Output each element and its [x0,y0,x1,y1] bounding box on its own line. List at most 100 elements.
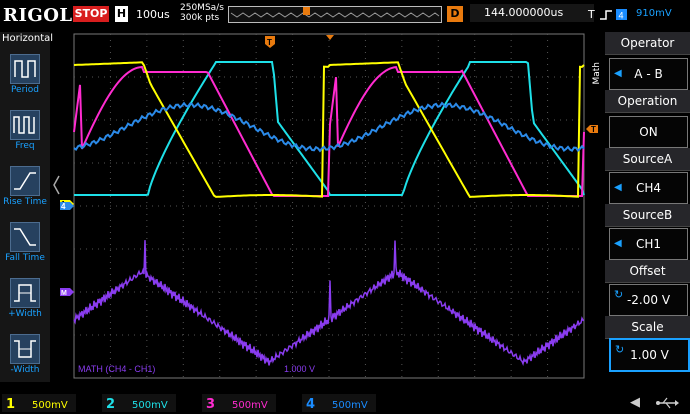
grid-dot [254,334,255,336]
grid-dot [401,208,403,209]
grid-dot [255,250,257,251]
run-stop-status[interactable]: STOP [73,6,109,22]
offset-knob-field[interactable]: ↻ -2.00 V [609,284,688,316]
grid-dot [255,208,257,209]
grid-dot [219,160,221,161]
grid-dot [510,286,512,287]
grid-dot [152,334,153,336]
grid-dot [458,76,459,78]
grid-dot [326,119,327,121]
grid-dot [146,58,148,59]
grid-dot [128,248,129,250]
grid-dot [338,162,339,164]
grid-dot [401,112,403,113]
grid-dot [292,40,294,41]
grid-dot [236,205,237,207]
grid-dot [182,88,184,89]
operator-select[interactable]: ◀ A - B [609,58,688,90]
channel-4-status[interactable]: 4 500mV [302,394,376,412]
grid-dot [474,46,476,47]
grid-dot [536,248,537,250]
grid-dot [146,316,148,317]
grid-dot [437,94,439,95]
grid-dot [176,334,177,336]
trigger-info[interactable]: T 4 [588,8,628,21]
trigger-level: 910mV [636,8,672,19]
grid-dot [86,248,87,250]
grid-dot [364,280,366,281]
grid-dot [547,178,549,179]
grid-dot [109,238,111,239]
grid-dot [80,76,81,78]
grid-dot [140,291,141,293]
grid-dot [326,291,327,293]
measure-fall-time-button[interactable] [10,222,40,252]
source-a-select[interactable]: ◀ CH4 [609,172,688,204]
grid-dot [547,238,549,239]
grid-dot [404,205,405,207]
math-ground-marker[interactable]: M [60,288,74,297]
grid-dot [255,160,257,161]
grid-dot [510,208,512,209]
scale-knob-field[interactable]: ↻ 1.00 V [609,338,690,372]
speaker-icon[interactable]: ◀ [630,395,640,410]
grid-dot [194,76,195,78]
operation-toggle[interactable]: ON [609,116,688,148]
channel-3-status[interactable]: 3 500mV [202,394,276,412]
grid-dot [200,162,201,164]
grid-dot [542,205,543,207]
grid-dot [308,205,309,207]
measure-freq-button[interactable] [10,110,40,140]
measure-positive-width-button[interactable] [10,278,40,308]
measure-period-label: Period [10,85,40,95]
grid-dot [510,46,512,47]
grid-dot [219,358,221,359]
grid-dot [255,370,257,371]
grid-dot [474,370,476,371]
memory-overview[interactable] [228,6,442,23]
grid-dot [548,162,549,164]
trigger-level-marker[interactable]: T [586,125,598,134]
measure-period-button[interactable] [10,54,40,84]
grid-dot [470,248,471,250]
grid-dot [566,119,567,121]
waveform-display[interactable]: T T 1 4 M MATH (CH4 - CH1) 1.000 V [60,32,600,384]
measure-negative-width-button[interactable] [10,334,40,364]
grid-dot [194,334,195,336]
grid-dot [236,76,237,78]
grid-dot [320,291,321,293]
delay-value[interactable]: 144.000000us [470,4,594,22]
grid-dot [440,205,441,207]
channel-2-status[interactable]: 2 500mV [102,394,176,412]
grid-dot [474,118,476,119]
grid-dot [547,232,549,233]
grid-dot [219,220,221,221]
timebase-value[interactable]: 100us [136,8,170,21]
channel-1-status[interactable]: 1 500mV [2,394,76,412]
grid-dot [109,280,111,281]
measure-rise-time-button[interactable] [10,166,40,196]
grid-dot [182,214,184,215]
grid-dot [474,256,476,257]
grid-dot [422,205,423,207]
source-b-select[interactable]: ◀ CH1 [609,228,688,260]
grid-dot [446,119,447,121]
grid-dot [470,291,471,293]
grid-dot [510,130,512,131]
grid-dot [242,334,243,336]
grid-dot [356,334,357,336]
grid-dot [452,205,453,207]
grid-dot [200,334,201,336]
grid-dot [422,291,423,293]
grid-dot [219,310,221,311]
grid-dot [218,119,219,121]
grid-dot [146,280,148,281]
grid-dot [364,328,366,329]
grid-dot [109,286,111,287]
grid-dot [437,184,439,185]
grid-dot [404,162,405,164]
grid-dot [104,162,105,164]
grid-dot [578,248,579,250]
grid-dot [536,291,537,293]
grid-dot [566,291,567,293]
